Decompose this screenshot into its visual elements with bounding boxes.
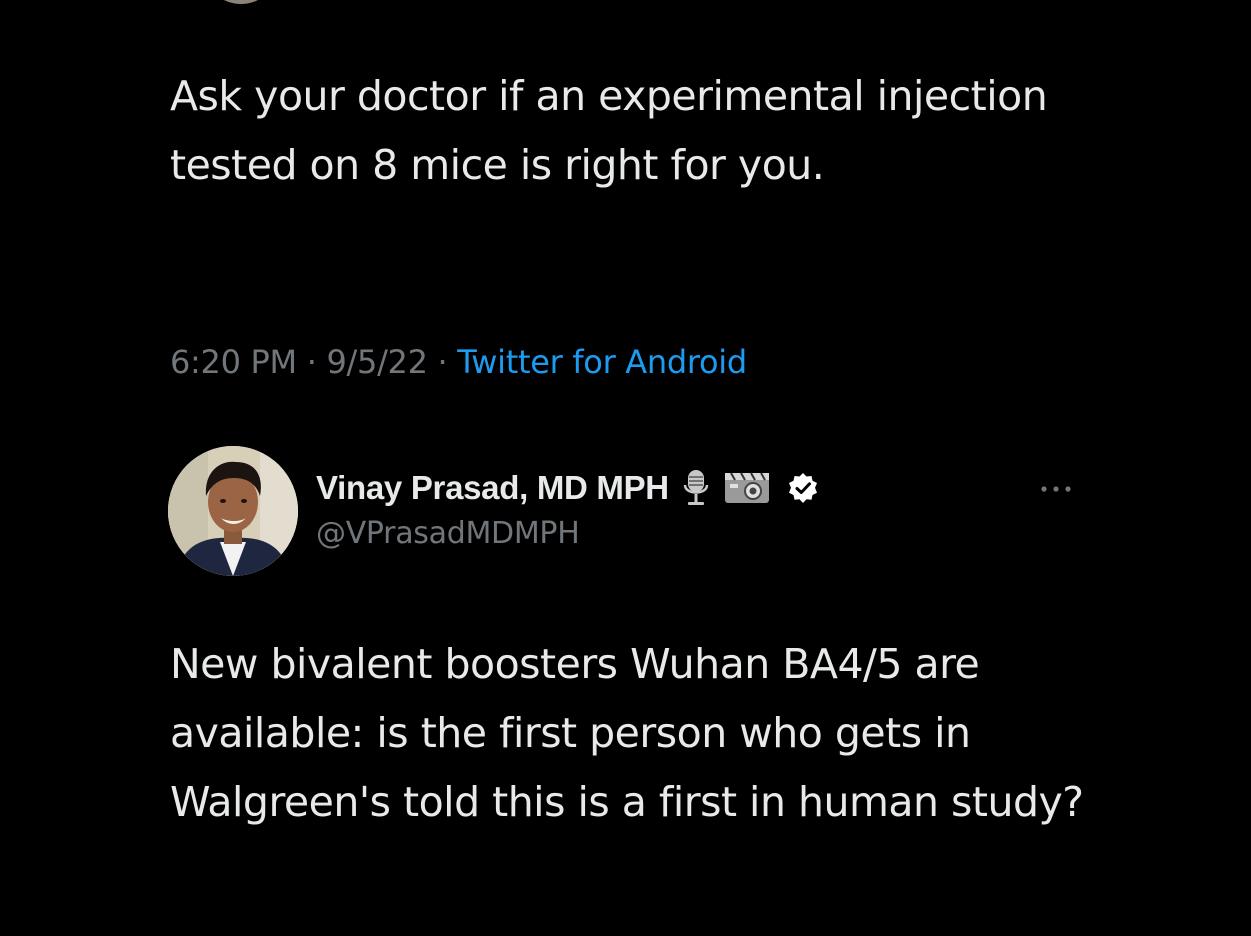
tweet-author-row: Vinay Prasad, MD MPH @VPrasadMDMPH	[168, 446, 1088, 578]
tweet-time[interactable]: 6:20 PM	[170, 343, 297, 381]
author-handle[interactable]: @VPrasadMDMPH	[316, 516, 580, 551]
author-display-name[interactable]: Vinay Prasad, MD MPH	[316, 469, 669, 507]
tweet-source-link[interactable]: Twitter for Android	[457, 343, 747, 381]
tweet-metadata: 6:20 PM · 9/5/22 · Twitter for Android	[170, 340, 747, 384]
tweet-date[interactable]: 9/5/22	[326, 343, 428, 381]
author-name-line: Vinay Prasad, MD MPH	[316, 466, 819, 510]
avatar-photo	[168, 446, 298, 576]
movie-camera-icon	[723, 471, 773, 505]
avatar[interactable]	[168, 446, 298, 576]
meta-separator: ·	[296, 343, 327, 381]
verified-badge-icon	[787, 472, 819, 504]
tweet-text: New bivalent boosters Wuhan BA4/5 are av…	[170, 640, 1084, 826]
previous-avatar[interactable]	[208, 0, 274, 4]
microphone-icon	[683, 469, 709, 507]
more-options-icon	[1041, 486, 1071, 492]
meta-separator: ·	[427, 343, 458, 381]
tweet-text: Ask your doctor if an experimental injec…	[170, 72, 1048, 189]
more-options-button[interactable]	[1036, 474, 1076, 504]
